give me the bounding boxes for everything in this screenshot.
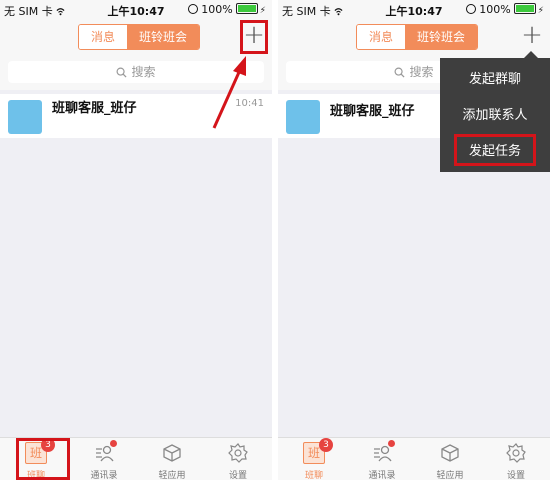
tab-label: 轻应用 [436,471,464,480]
tab-label: 班聊 [304,471,323,480]
rotation-lock-icon [466,4,477,14]
notification-dot [388,440,395,447]
bottom-tab-bar: 班3 班聊 通讯录 轻应用 设置 [278,437,550,480]
cube-icon [439,442,461,464]
tab-class-meeting[interactable]: 班铃班会 [405,25,477,49]
battery-icon [513,3,536,14]
tab-light-apps[interactable]: 轻应用 [420,442,480,480]
left-phone-screen: 无 SIM 卡 上午10:47 100% ⚡ 消息 班铃班会 + 搜索 班聊客服_… [0,0,272,480]
battery-status: 100% ⚡ [466,3,544,16]
add-popup-menu: 发起群聊 添加联系人 发起任务 [440,51,550,172]
search-icon [394,67,406,78]
menu-item-add-contact[interactable]: 添加联系人 [440,98,550,134]
unread-badge: 3 [319,438,333,452]
tab-banliao[interactable]: 班3 班聊 [284,438,344,480]
menu-item-start-group-chat[interactable]: 发起群聊 [440,62,550,98]
tab-settings[interactable]: 设置 [486,442,546,480]
status-bar: 无 SIM 卡 上午10:47 100% ⚡ [278,0,550,20]
red-arrow-annotation [212,56,246,129]
highlight-box-start-task [454,134,536,166]
add-button[interactable]: + [518,20,546,52]
search-placeholder: 搜索 [409,65,434,79]
tab-contacts[interactable]: 通讯录 [352,440,412,480]
right-phone-screen: 无 SIM 卡 上午10:47 100% ⚡ 消息 班铃班会 + 搜索 班聊客服_… [278,0,550,480]
gear-icon [505,442,527,464]
banliao-icon: 班3 [303,438,333,464]
tab-label: 通讯录 [368,471,396,480]
avatar [286,100,320,134]
nav-bar: 消息 班铃班会 + [278,20,550,56]
contacts-icon [371,440,395,464]
tab-label: 设置 [506,471,525,480]
charging-icon: ⚡ [537,6,544,16]
segmented-control: 消息 班铃班会 [356,24,478,50]
chat-name: 班聊客服_班仔 [330,104,415,119]
tab-messages[interactable]: 消息 [357,25,405,49]
